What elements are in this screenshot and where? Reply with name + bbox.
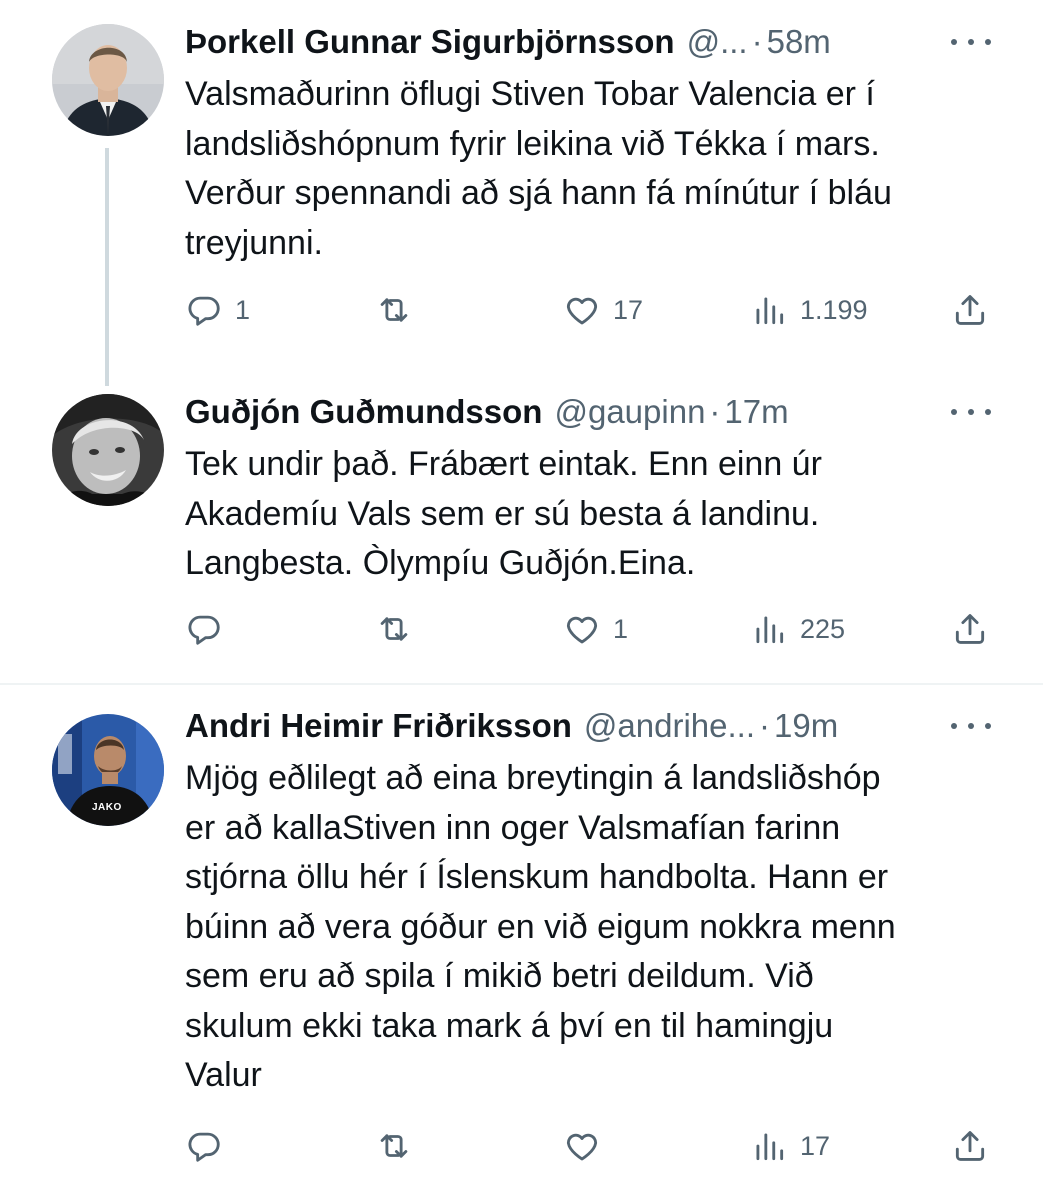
share-icon — [955, 614, 985, 644]
views-icon — [756, 1133, 784, 1161]
author-name[interactable]: Guðjón Guðmundsson — [185, 390, 542, 434]
views-count: 17 — [800, 1130, 831, 1161]
divider — [0, 683, 1043, 685]
avatar[interactable]: JAKO — [52, 714, 164, 826]
timestamp[interactable]: 58m — [767, 20, 831, 64]
share-button[interactable] — [951, 607, 989, 651]
more-icon[interactable] — [951, 20, 991, 64]
more-icon[interactable] — [951, 390, 991, 434]
like-button[interactable]: 1 — [563, 607, 628, 651]
action-bar: 1 17 1.199 — [185, 288, 995, 332]
thread-line — [105, 148, 109, 386]
retweet-icon — [380, 298, 408, 322]
author-handle[interactable]: @gaupinn — [554, 390, 705, 434]
separator: · — [709, 393, 721, 430]
reply-icon — [188, 615, 220, 645]
action-bar: 17 — [185, 1124, 995, 1168]
reply-count: 1 — [235, 294, 251, 325]
like-count: 17 — [613, 294, 644, 325]
retweet-icon — [380, 1134, 408, 1158]
separator: · — [751, 23, 763, 60]
views-count: 225 — [800, 613, 846, 644]
tweet-header: Þorkell Gunnar Sigurbjörnsson @... · 58m — [185, 20, 993, 64]
author-handle[interactable]: @... — [687, 20, 748, 64]
separator: · — [759, 707, 771, 744]
tweet-text: Mjög eðlilegt að eina breytingin á lands… — [185, 759, 896, 1094]
tweet-header: Guðjón Guðmundsson @gaupinn · 17m — [185, 390, 993, 434]
share-button[interactable] — [951, 1124, 989, 1168]
retweet-button[interactable] — [375, 288, 425, 332]
avatar[interactable] — [52, 24, 164, 136]
views-icon — [756, 616, 784, 644]
avatar[interactable] — [52, 394, 164, 506]
share-icon — [955, 1131, 985, 1161]
tweet-header: Andri Heimir Friðriksson @andrihe... · 1… — [185, 704, 993, 748]
timestamp[interactable]: 17m — [724, 390, 788, 434]
reply-icon — [188, 296, 220, 326]
avatar-image — [52, 394, 164, 506]
action-bar: 1 225 — [185, 607, 995, 651]
views-button[interactable]: 225 — [750, 607, 845, 651]
like-count: 1 — [613, 613, 629, 644]
author-name[interactable]: Andri Heimir Friðriksson — [185, 704, 572, 748]
like-button[interactable]: 17 — [563, 288, 643, 332]
views-count: 1.199 — [800, 294, 868, 325]
author-handle[interactable]: @andrihe... — [584, 704, 755, 748]
tweet-1[interactable]: Þorkell Gunnar Sigurbjörnsson @... · 58m… — [0, 0, 1043, 386]
retweet-icon — [380, 617, 408, 641]
tweet-3[interactable]: JAKO Andri Heimir Friðriksson @andrihe..… — [0, 690, 1043, 1200]
views-button[interactable]: 17 — [750, 1124, 830, 1168]
retweet-button[interactable] — [375, 1124, 425, 1168]
reply-button[interactable] — [185, 1124, 235, 1168]
views-icon — [756, 297, 784, 325]
like-button[interactable] — [563, 1124, 613, 1168]
heart-icon — [566, 297, 598, 325]
heart-icon — [566, 1133, 598, 1161]
share-icon — [955, 295, 985, 325]
timestamp[interactable]: 19m — [774, 704, 838, 748]
reply-icon — [188, 1132, 220, 1162]
heart-icon — [566, 616, 598, 644]
reply-button[interactable]: 1 — [185, 288, 250, 332]
tweet-text: Tek undir það. Frábært eintak. Enn einn … — [185, 445, 822, 582]
tweet-2[interactable]: Guðjón Guðmundsson @gaupinn · 17m Tek un… — [0, 380, 1043, 680]
more-icon[interactable] — [951, 704, 991, 748]
avatar-jersey-text: JAKO — [92, 802, 122, 813]
author-name[interactable]: Þorkell Gunnar Sigurbjörnsson — [185, 20, 675, 64]
share-button[interactable] — [951, 288, 989, 332]
views-button[interactable]: 1.199 — [750, 288, 868, 332]
tweet-text: Valsmaðurinn öflugi Stiven Tobar Valenci… — [185, 75, 892, 262]
reply-button[interactable] — [185, 607, 235, 651]
retweet-button[interactable] — [375, 607, 425, 651]
avatar-image — [52, 24, 164, 136]
